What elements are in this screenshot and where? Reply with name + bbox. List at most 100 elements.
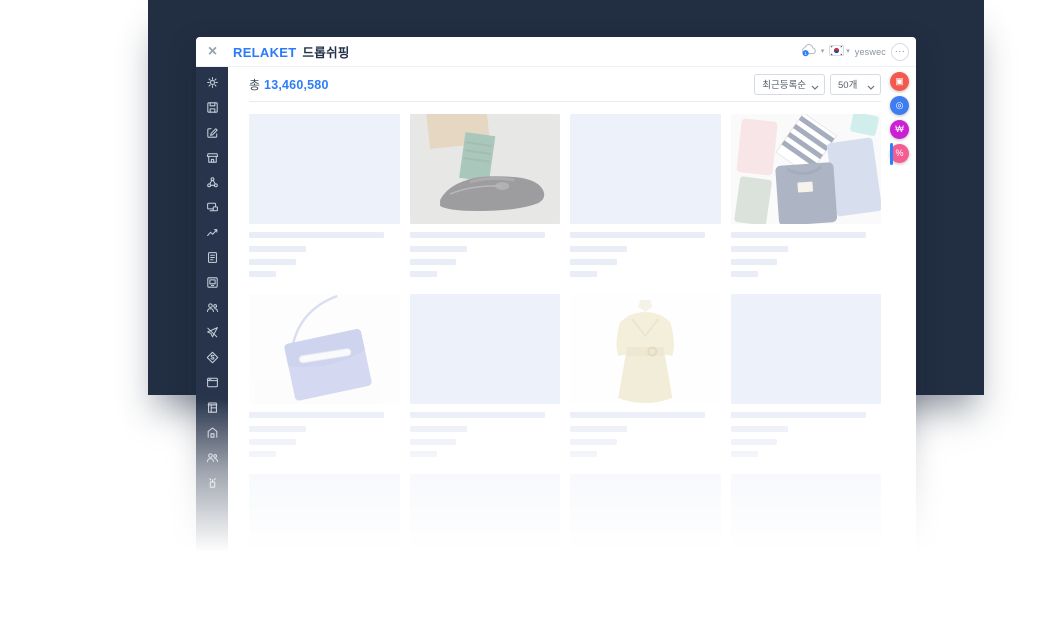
product-image <box>249 474 400 575</box>
product-card[interactable] <box>731 114 882 277</box>
product-card[interactable] <box>249 474 400 575</box>
sidebar-item-home[interactable] <box>196 420 228 445</box>
product-image <box>731 294 882 404</box>
product-card[interactable] <box>570 114 721 277</box>
user-name-label: yeswec <box>855 47 886 57</box>
sidebar-item-spray[interactable] <box>196 470 228 495</box>
skeleton-price-bar <box>570 271 597 277</box>
fab-photo-button[interactable]: ▣ <box>890 72 909 91</box>
skeleton-line-bar <box>410 259 457 265</box>
fab-won-chat-button[interactable]: ₩ <box>890 120 909 139</box>
skeleton-line-bar <box>410 426 467 432</box>
language-flag-dropdown[interactable]: ▾ <box>829 44 850 59</box>
close-button[interactable]: × <box>196 37 229 66</box>
browser-icon <box>205 375 220 390</box>
sidebar-item-browser[interactable] <box>196 370 228 395</box>
product-card[interactable] <box>249 294 400 457</box>
product-photo-dress <box>570 294 721 404</box>
skeleton-price-bar <box>410 271 437 277</box>
icon-sidebar <box>196 67 228 575</box>
sidebar-item-users[interactable] <box>196 295 228 320</box>
sort-order-value: 최근등록순 <box>762 77 806 91</box>
toolbar-controls: 최근등록순 50개 <box>754 74 881 95</box>
sidebar-item-trend[interactable] <box>196 220 228 245</box>
vending-icon <box>205 400 220 415</box>
product-image <box>410 294 561 404</box>
chevron-down-icon <box>867 82 875 93</box>
skeleton-line-bar <box>249 439 296 445</box>
total-count-prefix: 총 <box>249 76 260 93</box>
skeleton-title-bar <box>410 232 545 238</box>
fab-disc-button[interactable]: ◎ <box>890 96 909 115</box>
sidebar-item-edit[interactable] <box>196 120 228 145</box>
storefront-icon <box>205 150 220 165</box>
skeleton-line-bar <box>731 426 788 432</box>
cloud-sync-dropdown[interactable]: 1 ▾ <box>800 43 825 60</box>
page-title: RELAKET 드롭쉬핑 <box>233 42 350 61</box>
edit-icon <box>205 125 220 140</box>
sidebar-item-settings[interactable] <box>196 70 228 95</box>
trend-icon <box>205 225 220 240</box>
chevron-down-icon: ▾ <box>821 48 825 55</box>
sidebar-item-diamond[interactable] <box>196 345 228 370</box>
product-photo-shoe <box>410 114 561 224</box>
skeleton-line-bar <box>410 246 467 252</box>
skeleton-line-bar <box>570 246 627 252</box>
skeleton-price-bar <box>249 451 276 457</box>
skeleton-line-bar <box>570 426 627 432</box>
devices-icon <box>205 200 220 215</box>
product-image <box>570 474 721 575</box>
skeleton-price-bar <box>570 451 597 457</box>
skeleton-title-bar <box>249 412 384 418</box>
sidebar-item-devices[interactable] <box>196 195 228 220</box>
product-card[interactable] <box>731 294 882 457</box>
product-image <box>731 474 882 575</box>
total-count-value: 13,460,580 <box>264 78 329 92</box>
sidebar-item-network[interactable] <box>196 170 228 195</box>
product-image <box>410 474 561 575</box>
team-icon <box>205 450 220 465</box>
skeleton-title-bar <box>731 232 866 238</box>
product-photo-bag <box>249 294 400 404</box>
sidebar-item-vending[interactable] <box>196 395 228 420</box>
product-card[interactable] <box>731 474 882 575</box>
header-actions: 1 ▾ ▾ <box>800 43 916 61</box>
product-card[interactable] <box>410 114 561 277</box>
scrollbar-handle[interactable] <box>890 143 893 165</box>
skeleton-line-bar <box>731 259 778 265</box>
sidebar-item-team[interactable] <box>196 445 228 470</box>
spray-icon <box>205 475 220 490</box>
main-content: 총 13,460,580 최근등록순 50개 <box>228 67 916 575</box>
product-card[interactable] <box>410 294 561 457</box>
sidebar-item-kiosk[interactable] <box>196 270 228 295</box>
fab-disc-icon: ◎ <box>896 101 904 110</box>
user-account[interactable]: yeswec <box>855 47 886 57</box>
settings-icon <box>205 75 220 90</box>
more-menu-button[interactable]: ··· <box>891 43 909 61</box>
window-header: × RELAKET 드롭쉬핑 1 ▾ <box>196 37 916 67</box>
product-photo-tshirts <box>731 114 882 224</box>
diamond-icon <box>205 350 220 365</box>
hero-artwork: × RELAKET 드롭쉬핑 1 ▾ <box>0 0 1057 620</box>
product-grid <box>249 114 881 575</box>
sidebar-item-save[interactable] <box>196 95 228 120</box>
korea-flag-icon <box>829 44 844 59</box>
toolbar-divider <box>249 101 881 102</box>
product-card[interactable] <box>249 114 400 277</box>
list-toolbar: 총 13,460,580 최근등록순 50개 <box>249 67 881 101</box>
product-card[interactable] <box>410 474 561 575</box>
save-icon <box>205 100 220 115</box>
cloud-icon: 1 <box>800 43 819 60</box>
sidebar-item-plane[interactable] <box>196 320 228 345</box>
page-title-suffix: 드롭쉬핑 <box>303 42 350 61</box>
total-count: 총 13,460,580 <box>249 76 329 93</box>
fab-photo-icon: ▣ <box>895 77 904 86</box>
skeleton-line-bar <box>731 246 788 252</box>
product-card[interactable] <box>570 294 721 457</box>
sidebar-item-list[interactable] <box>196 245 228 270</box>
sidebar-item-storefront[interactable] <box>196 145 228 170</box>
svg-text:1: 1 <box>804 51 807 56</box>
product-card[interactable] <box>570 474 721 575</box>
page-size-select[interactable]: 50개 <box>830 74 881 95</box>
sort-order-select[interactable]: 최근등록순 <box>754 74 825 95</box>
